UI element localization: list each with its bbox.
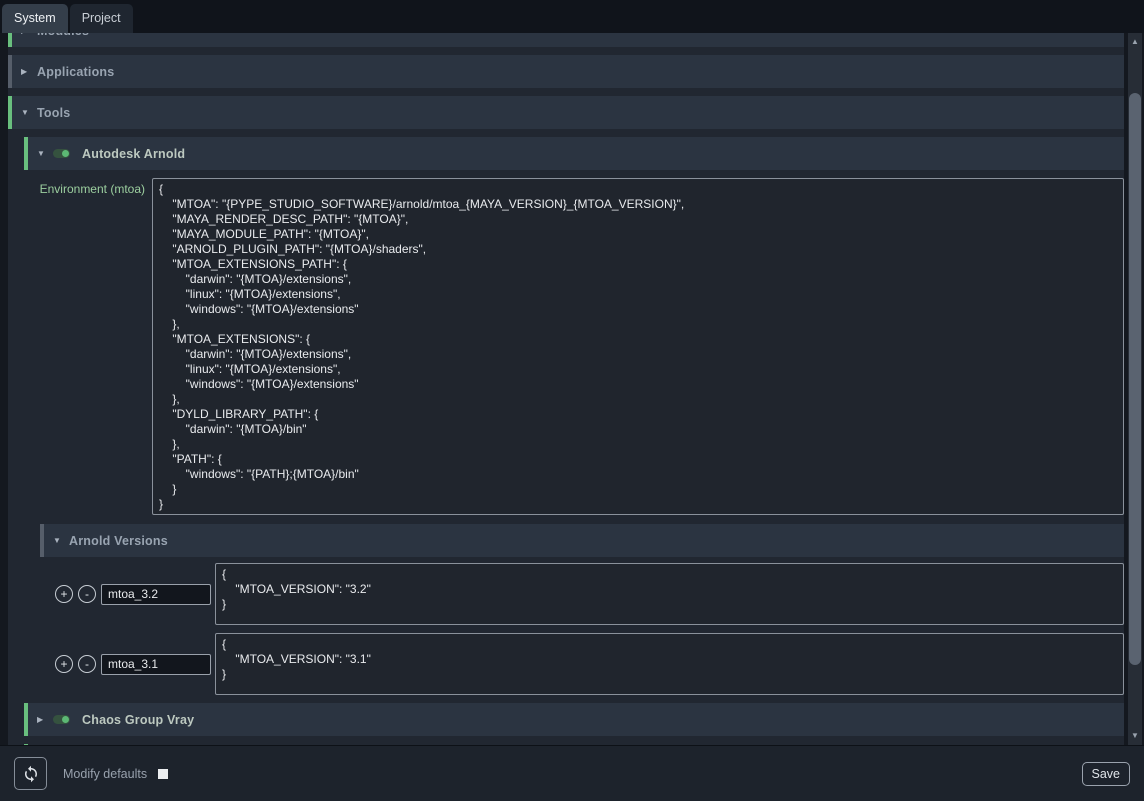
section-title: Applications <box>37 65 114 79</box>
tab-system[interactable]: System <box>2 4 68 33</box>
version-row: + - { "MTOA_VERSION": "3.2" } <box>40 563 1124 625</box>
caret-right-icon[interactable]: ▶ <box>21 68 37 76</box>
add-version-button[interactable]: + <box>55 585 73 603</box>
caret-right-icon[interactable]: ▶ <box>37 716 53 724</box>
version-row-controls: + - <box>55 584 215 605</box>
save-button[interactable]: Save <box>1082 762 1131 786</box>
caret-down-icon[interactable]: ▼ <box>37 150 53 158</box>
section-header-arnold-versions[interactable]: ▼ Arnold Versions <box>40 524 1124 557</box>
section-header-modules[interactable]: ▶ Modules <box>8 33 1124 47</box>
section-title: Modules <box>37 33 89 38</box>
toggle-knob <box>62 150 69 157</box>
version-json-textarea[interactable]: { "MTOA_VERSION": "3.2" } <box>215 563 1124 625</box>
section-title: Autodesk Arnold <box>82 147 185 161</box>
environment-field-row: Environment (mtoa) { "MTOA": "{PYPE_STUD… <box>24 178 1124 515</box>
sections-container: ▶ Modules ▶ Applications ▼ Tools ▼ <box>8 33 1124 745</box>
arnold-versions-body: ▼ Arnold Versions + - { "MTOA_VERSION": … <box>40 524 1124 695</box>
refresh-button[interactable] <box>14 757 47 790</box>
remove-version-button[interactable]: - <box>78 585 96 603</box>
version-row-controls: + - <box>55 654 215 675</box>
vertical-scrollbar[interactable]: ▲ ▼ <box>1128 33 1142 745</box>
scrollbar-thumb[interactable] <box>1129 93 1141 665</box>
footer-bar: Modify defaults Save <box>0 745 1144 801</box>
section-header-autodesk-arnold[interactable]: ▼ Autodesk Arnold <box>24 137 1124 170</box>
version-json-textarea[interactable]: { "MTOA_VERSION": "3.1" } <box>215 633 1124 695</box>
modify-defaults-checkbox[interactable] <box>158 769 168 779</box>
settings-scroll-area[interactable]: ▶ Modules ▶ Applications ▼ Tools ▼ <box>0 33 1144 745</box>
toggle-knob <box>62 716 69 723</box>
tools-section-body: ▼ Autodesk Arnold Environment (mtoa) { "… <box>24 137 1124 745</box>
version-name-input[interactable] <box>101 654 211 675</box>
environment-label: Environment (mtoa) <box>24 178 152 515</box>
remove-version-button[interactable]: - <box>78 655 96 673</box>
refresh-icon <box>22 765 40 783</box>
version-name-input[interactable] <box>101 584 211 605</box>
section-title: Arnold Versions <box>69 534 168 548</box>
section-header-tools[interactable]: ▼ Tools <box>8 96 1124 129</box>
add-version-button[interactable]: + <box>55 655 73 673</box>
enabled-toggle[interactable] <box>53 715 70 724</box>
caret-down-icon[interactable]: ▼ <box>21 109 37 117</box>
section-title: Tools <box>37 106 70 120</box>
tab-project[interactable]: Project <box>70 4 133 33</box>
caret-down-icon[interactable]: ▼ <box>53 537 69 545</box>
version-row: + - { "MTOA_VERSION": "3.1" } <box>40 633 1124 695</box>
section-header-applications[interactable]: ▶ Applications <box>8 55 1124 88</box>
section-header-chaos-group-vray[interactable]: ▶ Chaos Group Vray <box>24 703 1124 736</box>
environment-json-textarea[interactable]: { "MTOA": "{PYPE_STUDIO_SOFTWARE}/arnold… <box>152 178 1124 515</box>
settings-window: System Project ▶ Modules ▶ Applications … <box>0 0 1144 801</box>
enabled-toggle[interactable] <box>53 149 70 158</box>
scroll-down-arrow-icon[interactable]: ▼ <box>1128 729 1142 743</box>
caret-right-icon[interactable]: ▶ <box>21 33 37 35</box>
section-title: Chaos Group Vray <box>82 713 194 727</box>
tab-bar: System Project <box>0 0 1144 33</box>
modify-defaults-label: Modify defaults <box>63 767 147 781</box>
scroll-up-arrow-icon[interactable]: ▲ <box>1128 35 1142 49</box>
